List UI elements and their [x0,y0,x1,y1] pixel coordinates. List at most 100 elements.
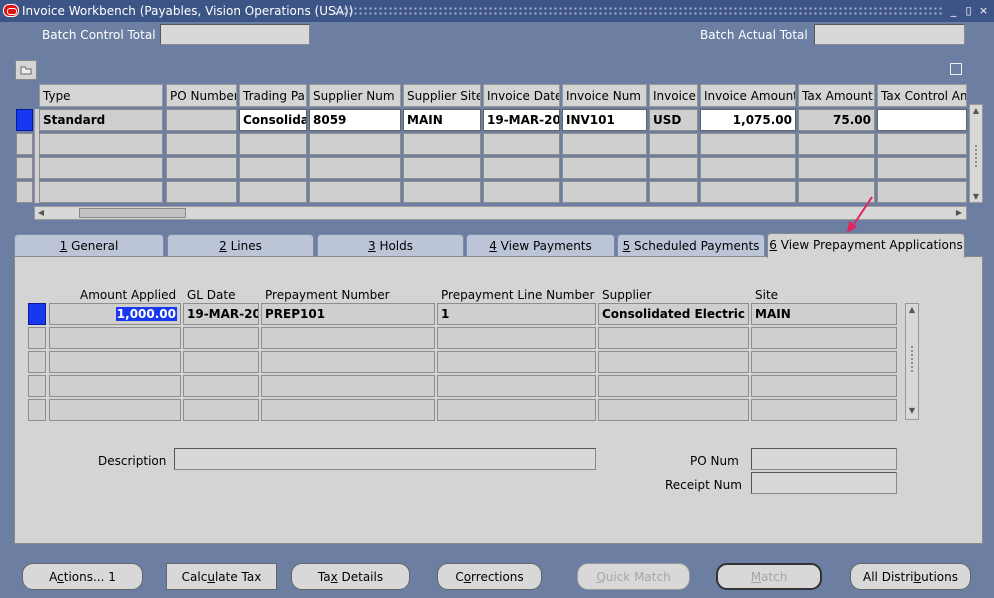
cell-po-number[interactable] [166,181,237,203]
scroll-up-icon[interactable]: ▲ [906,305,918,315]
cell-gl-date[interactable]: 19-MAR-201 [183,303,259,325]
cell-prepayment-line-number[interactable] [437,327,596,349]
batch-control-total-field[interactable] [160,24,310,45]
record-indicator-current[interactable] [28,303,46,325]
cell-type[interactable]: Standard [39,109,163,131]
cell-invoice-currency[interactable] [649,133,698,155]
prepay-grid-vertical-scrollbar[interactable]: ▲ ▼ [905,303,919,420]
cell-tax-amount[interactable] [798,133,875,155]
record-indicator[interactable] [16,181,33,203]
corrections-button[interactable]: Corrections [437,563,542,590]
cell-invoice-amount[interactable]: 1,075.00 [700,109,796,131]
cell-invoice-currency[interactable]: USD [649,109,698,131]
invoice-grid-horizontal-scrollbar[interactable]: ◀ ▶ [34,206,967,220]
cell-site[interactable] [751,399,897,421]
calculate-tax-button[interactable]: Calculate Tax [166,563,277,590]
cell-prepayment-number[interactable] [261,351,435,373]
cell-invoice-amount[interactable] [700,133,796,155]
cell-tax-control-amount[interactable] [877,109,967,131]
close-button[interactable]: × [977,5,990,17]
tab-scheduled-payments[interactable]: 5 Scheduled Payments [617,234,765,257]
cell-trading-partner[interactable]: Consolida [239,109,307,131]
col-header-type[interactable]: Type [39,84,163,107]
cell-prepayment-line-number[interactable] [437,351,596,373]
scroll-up-icon[interactable]: ▲ [970,106,982,116]
invoice-grid-vertical-scrollbar[interactable]: ▲ ▼ [969,104,983,203]
cell-amount-applied[interactable] [49,399,181,421]
col-header-invoice-currency[interactable]: Invoice [649,84,698,107]
col-header-tax-amount[interactable]: Tax Amount [798,84,875,107]
record-indicator-current[interactable] [16,109,33,131]
cell-supplier-site[interactable]: MAIN [403,109,481,131]
tab-holds[interactable]: 3 Holds [317,234,464,257]
cell-site[interactable] [751,375,897,397]
batch-actual-total-field[interactable] [814,24,965,45]
quick-match-button[interactable]: Quick Match [577,563,690,590]
cell-tax-control-amount[interactable] [877,157,967,179]
cell-type[interactable] [39,157,163,179]
cell-po-number[interactable] [166,109,237,131]
cell-trading-partner[interactable] [239,157,307,179]
cell-amount-applied[interactable] [49,375,181,397]
cell-amount-applied[interactable] [49,351,181,373]
record-indicator[interactable] [28,375,46,397]
all-distributions-button[interactable]: All Distributions [850,563,971,590]
cell-supplier[interactable]: Consolidated Electric [598,303,749,325]
cell-trading-partner[interactable] [239,181,307,203]
tab-general[interactable]: 1 General [14,234,164,257]
cell-tax-control-amount[interactable] [877,181,967,203]
cell-supplier-num[interactable] [309,181,401,203]
po-num-field[interactable] [751,448,897,470]
cell-supplier-site[interactable] [403,181,481,203]
cell-prepayment-number[interactable]: PREP101 [261,303,435,325]
cell-amount-applied[interactable] [49,327,181,349]
cell-invoice-num[interactable]: INV101 [562,109,647,131]
cell-invoice-amount[interactable] [700,157,796,179]
cell-gl-date[interactable] [183,327,259,349]
scroll-left-icon[interactable]: ◀ [36,208,46,218]
cell-tax-control-amount[interactable] [877,133,967,155]
cell-invoice-date[interactable] [483,157,560,179]
record-indicator[interactable] [28,399,46,421]
scroll-down-icon[interactable]: ▼ [970,192,982,202]
cell-gl-date[interactable] [183,351,259,373]
cell-invoice-currency[interactable] [649,181,698,203]
record-indicator[interactable] [28,351,46,373]
cell-prepayment-number[interactable] [261,327,435,349]
folder-tools-button[interactable] [15,60,37,80]
cell-po-number[interactable] [166,157,237,179]
cell-prepayment-number[interactable] [261,375,435,397]
restore-button[interactable]: ▯ [962,5,975,17]
cell-invoice-amount[interactable] [700,181,796,203]
col-header-invoice-num[interactable]: Invoice Num [562,84,647,107]
match-button[interactable]: Match [716,563,822,590]
cell-tax-amount[interactable]: 75.00 [798,109,875,131]
col-header-invoice-date[interactable]: Invoice Date [483,84,560,107]
actions-button[interactable]: Actions... 1 [22,563,143,590]
scroll-thumb[interactable] [79,208,186,218]
col-header-tax-control-amount[interactable]: Tax Control Am [877,84,967,107]
tab-view-payments[interactable]: 4 View Payments [466,234,615,257]
col-header-trading-partner[interactable]: Trading Pa [239,84,307,107]
cell-supplier-site[interactable] [403,157,481,179]
cell-prepayment-line-number[interactable] [437,399,596,421]
cell-amount-applied[interactable]: 1,000.00 [49,303,181,325]
scroll-down-icon[interactable]: ▼ [906,406,918,416]
cell-prepayment-line-number[interactable]: 1 [437,303,596,325]
cell-trading-partner[interactable] [239,133,307,155]
cell-supplier-num[interactable] [309,157,401,179]
tax-details-button[interactable]: Tax Details [291,563,410,590]
scroll-right-icon[interactable]: ▶ [954,208,964,218]
cell-supplier[interactable] [598,375,749,397]
cell-invoice-num[interactable] [562,133,647,155]
col-header-po-number[interactable]: PO Number [166,84,237,107]
cell-type[interactable] [39,181,163,203]
receipt-num-field[interactable] [751,472,897,494]
cell-invoice-currency[interactable] [649,157,698,179]
description-field[interactable] [174,448,596,470]
cell-type[interactable] [39,133,163,155]
cell-site[interactable] [751,327,897,349]
col-header-supplier-site[interactable]: Supplier Site [403,84,481,107]
col-header-invoice-amount[interactable]: Invoice Amount [700,84,796,107]
cell-gl-date[interactable] [183,399,259,421]
